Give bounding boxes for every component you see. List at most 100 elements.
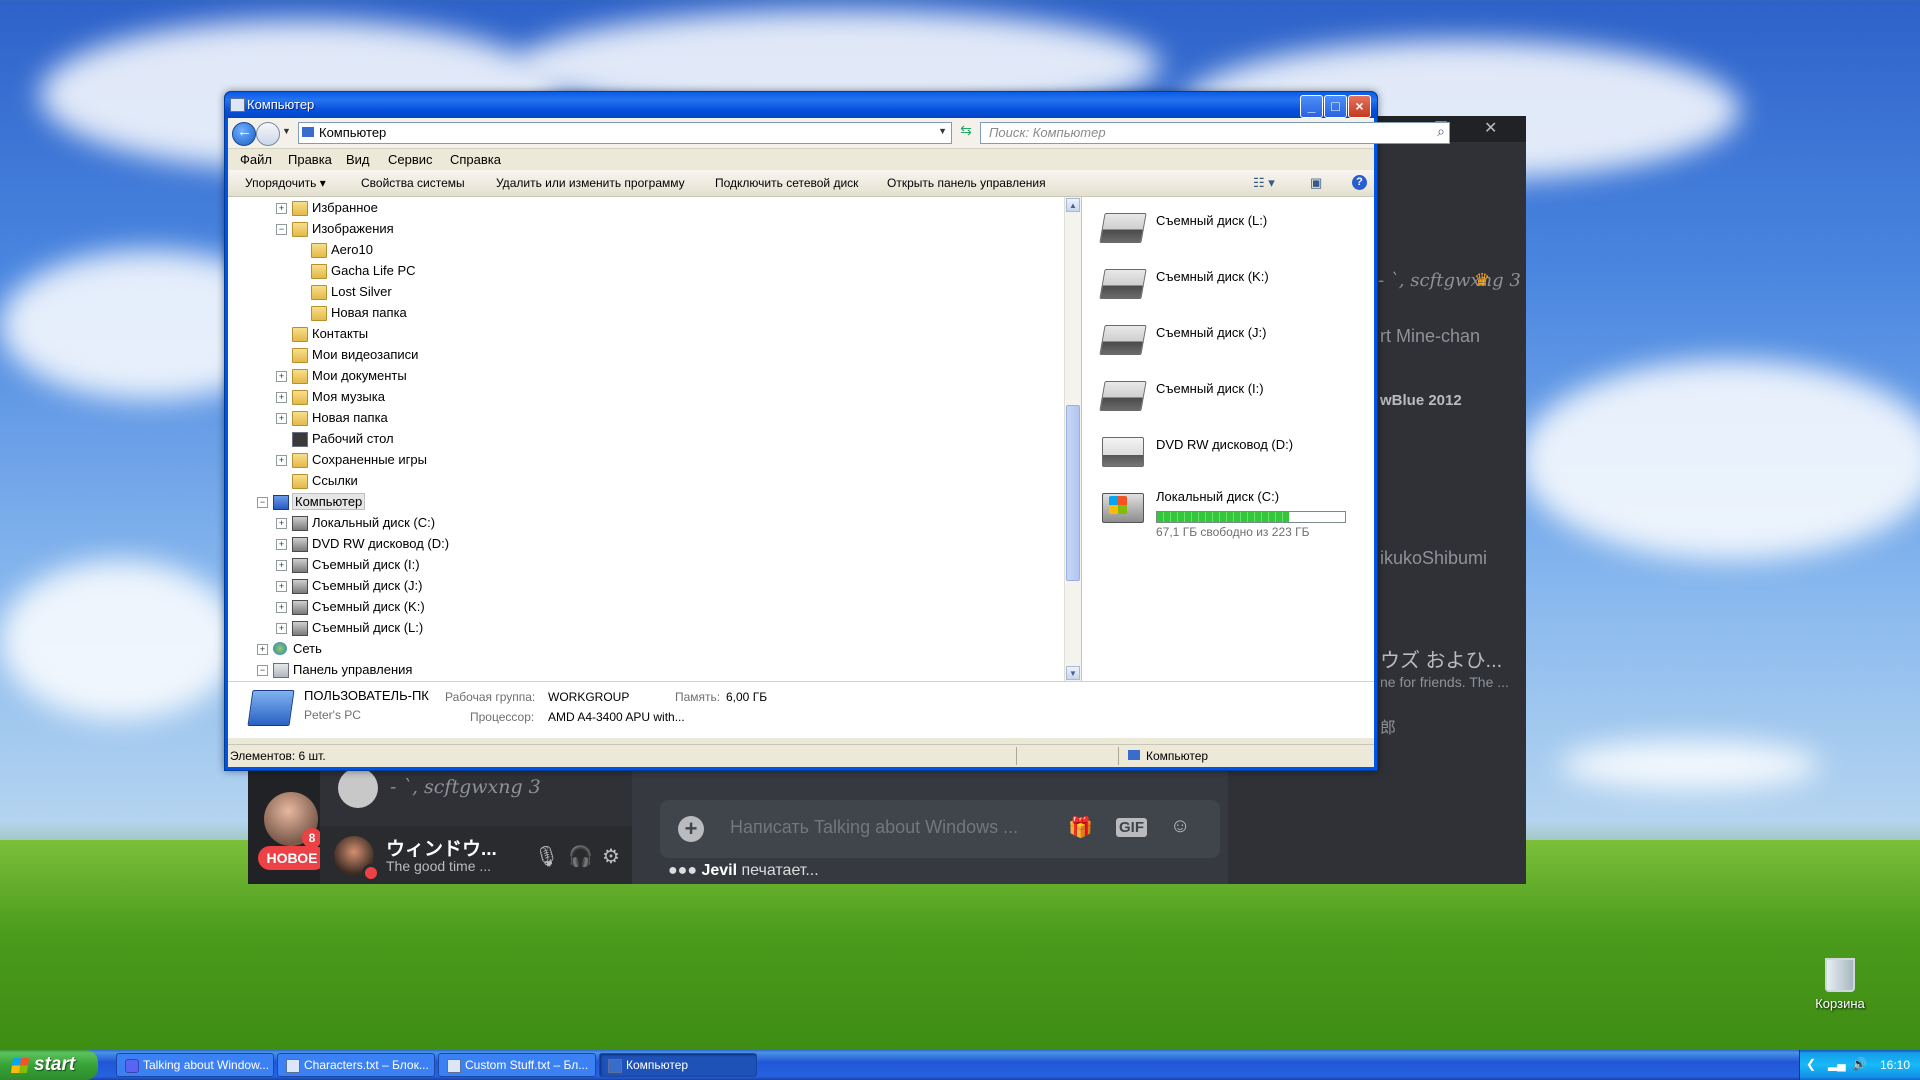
drive-item[interactable]: DVD RW дисковод (D:): [1102, 431, 1362, 471]
drive-label: Съемный диск (I:): [1156, 381, 1264, 396]
close-icon[interactable]: ✕: [1484, 118, 1497, 138]
collapse-icon[interactable]: −: [276, 224, 287, 235]
tree-scrollbar[interactable]: ▲ ▼: [1064, 197, 1081, 681]
recycle-bin[interactable]: Корзина: [1808, 958, 1872, 1011]
emoji-icon[interactable]: ☺: [1170, 815, 1190, 838]
forward-button[interactable]: [256, 122, 280, 146]
explorer-body: ▼ Компьютер ▼ ⇆ Поиск: Компьютер ⌕ Файл …: [228, 118, 1450, 767]
volume-icon[interactable]: 🔊: [1852, 1057, 1867, 1071]
collapse-icon[interactable]: −: [257, 665, 268, 676]
maximize-button[interactable]: □: [1324, 95, 1347, 118]
gift-icon[interactable]: 🎁: [1068, 815, 1093, 840]
address-bar[interactable]: Компьютер ▼: [298, 122, 952, 144]
headphones-icon[interactable]: 🎧: [568, 844, 593, 869]
folder-icon: [292, 474, 308, 489]
attach-plus-icon[interactable]: +: [678, 816, 704, 842]
local-disk-item[interactable]: Локальный диск (C:) 67,1 ГБ свободно из …: [1102, 487, 1362, 543]
notepad-icon: [286, 1059, 300, 1073]
removable-drive-icon: [1099, 381, 1147, 411]
member-name[interactable]: 郎: [1380, 714, 1396, 738]
taskbar-button-active[interactable]: Компьютер: [599, 1053, 757, 1077]
close-button[interactable]: ×: [1348, 95, 1371, 118]
drive-icon: [292, 516, 308, 531]
scroll-down-icon[interactable]: ▼: [1066, 666, 1080, 680]
expand-icon[interactable]: +: [257, 644, 268, 655]
gif-button[interactable]: GIF: [1116, 818, 1147, 837]
uninstall-program-button[interactable]: Удалить или изменить программу: [496, 176, 685, 190]
system-properties-button[interactable]: Свойства системы: [361, 176, 465, 190]
windows-logo-icon: [1109, 496, 1127, 514]
recent-pages-dropdown[interactable]: ▼: [282, 126, 291, 136]
menu-file[interactable]: Файл: [240, 152, 272, 167]
map-network-drive-button[interactable]: Подключить сетевой диск: [715, 176, 858, 190]
refresh-icon[interactable]: ⇆: [956, 122, 976, 142]
expand-icon[interactable]: +: [276, 602, 287, 613]
search-input[interactable]: Поиск: Компьютер ⌕: [980, 122, 1450, 144]
expand-icon[interactable]: +: [276, 392, 287, 403]
collapse-icon[interactable]: −: [257, 497, 268, 508]
member-name[interactable]: wBlue 2012: [1380, 392, 1462, 409]
my-status: The good time ...: [386, 858, 492, 874]
chevron-down-icon[interactable]: ▼: [938, 126, 947, 136]
taskbar-button[interactable]: Characters.txt – Блок...: [277, 1053, 435, 1077]
organize-button[interactable]: Упорядочить ▾: [245, 176, 326, 190]
task-label: Talking about Window...: [143, 1058, 269, 1072]
tree-label: Съемный диск (K:): [312, 599, 425, 614]
drive-item[interactable]: Съемный диск (I:): [1099, 375, 1362, 415]
scroll-thumb[interactable]: [1066, 405, 1080, 581]
back-button[interactable]: [232, 122, 256, 146]
taskbar-button[interactable]: Talking about Window...: [116, 1053, 274, 1077]
removable-drive-icon: [1099, 325, 1147, 355]
tree-label: Съемный диск (J:): [312, 578, 423, 593]
message-input[interactable]: + Написать Talking about Windows ... 🎁 G…: [660, 800, 1220, 858]
minimize-button[interactable]: _: [1300, 95, 1323, 118]
drive-item[interactable]: Съемный диск (J:): [1099, 319, 1362, 359]
explorer-window: Компьютер _ □ × ▼ Компьютер ▼ ⇆ Поиск: К…: [224, 91, 1450, 771]
scroll-up-icon[interactable]: ▲: [1066, 198, 1080, 212]
menu-tools[interactable]: Сервис: [388, 152, 433, 167]
menu-view[interactable]: Вид: [346, 152, 370, 167]
clock[interactable]: 16:10: [1880, 1058, 1910, 1072]
preview-pane-icon[interactable]: ▣: [1310, 175, 1322, 191]
explorer-titlebar[interactable]: Компьютер _ □ ×: [225, 92, 1377, 118]
network-signal-icon[interactable]: ▂▄: [1828, 1057, 1846, 1071]
member-name[interactable]: rt Mine-chan: [1380, 326, 1480, 347]
user-name: - `, scftgwxng 3: [390, 776, 541, 798]
drive-label: Съемный диск (K:): [1156, 269, 1269, 284]
recycle-bin-icon: [1825, 958, 1855, 992]
drive-item[interactable]: Съемный диск (L:): [1099, 207, 1362, 247]
typing-user: Jevil: [701, 862, 738, 879]
menu-help[interactable]: Справка: [450, 152, 501, 167]
folder-icon: [311, 264, 327, 279]
expand-icon[interactable]: +: [276, 623, 287, 634]
expand-icon[interactable]: +: [276, 518, 287, 529]
tree-label: Новая папка: [331, 305, 407, 320]
taskbar-button[interactable]: Custom Stuff.txt – Бл...: [438, 1053, 596, 1077]
member-name[interactable]: ikukoShibumi: [1380, 548, 1487, 569]
microphone-icon[interactable]: 🎙: [534, 844, 559, 869]
expand-icon[interactable]: +: [276, 455, 287, 466]
expand-icon[interactable]: +: [276, 203, 287, 214]
user-panel: ウィンドウ... The good time ... 🎙 🎧 ⚙: [320, 826, 632, 884]
settings-icon[interactable]: ⚙: [602, 844, 620, 869]
my-username: ウィンドウ...: [386, 839, 497, 860]
new-badge[interactable]: НОВОЕ: [258, 846, 326, 870]
search-icon[interactable]: ⌕: [1437, 123, 1445, 140]
computer-icon: [273, 495, 289, 510]
views-icon[interactable]: ☷ ▾: [1253, 175, 1275, 191]
expand-icon[interactable]: +: [276, 371, 287, 382]
tray-arrow-icon[interactable]: ❮: [1806, 1057, 1816, 1071]
typing-indicator: ●●● Jevil печатает...: [668, 862, 819, 879]
expand-icon[interactable]: +: [276, 560, 287, 571]
notification-badge: 8: [302, 828, 322, 848]
expand-icon[interactable]: +: [276, 581, 287, 592]
help-icon[interactable]: ?: [1352, 175, 1367, 190]
member-name[interactable]: - `, scftgwxng 3: [1378, 270, 1521, 291]
drive-item[interactable]: Съемный диск (K:): [1099, 263, 1362, 303]
start-button[interactable]: start: [0, 1050, 98, 1080]
open-control-panel-button[interactable]: Открыть панель управления: [887, 176, 1046, 190]
member-name[interactable]: ウズ およひ...: [1380, 644, 1502, 673]
expand-icon[interactable]: +: [276, 539, 287, 550]
expand-icon[interactable]: +: [276, 413, 287, 424]
menu-edit[interactable]: Правка: [288, 152, 332, 167]
